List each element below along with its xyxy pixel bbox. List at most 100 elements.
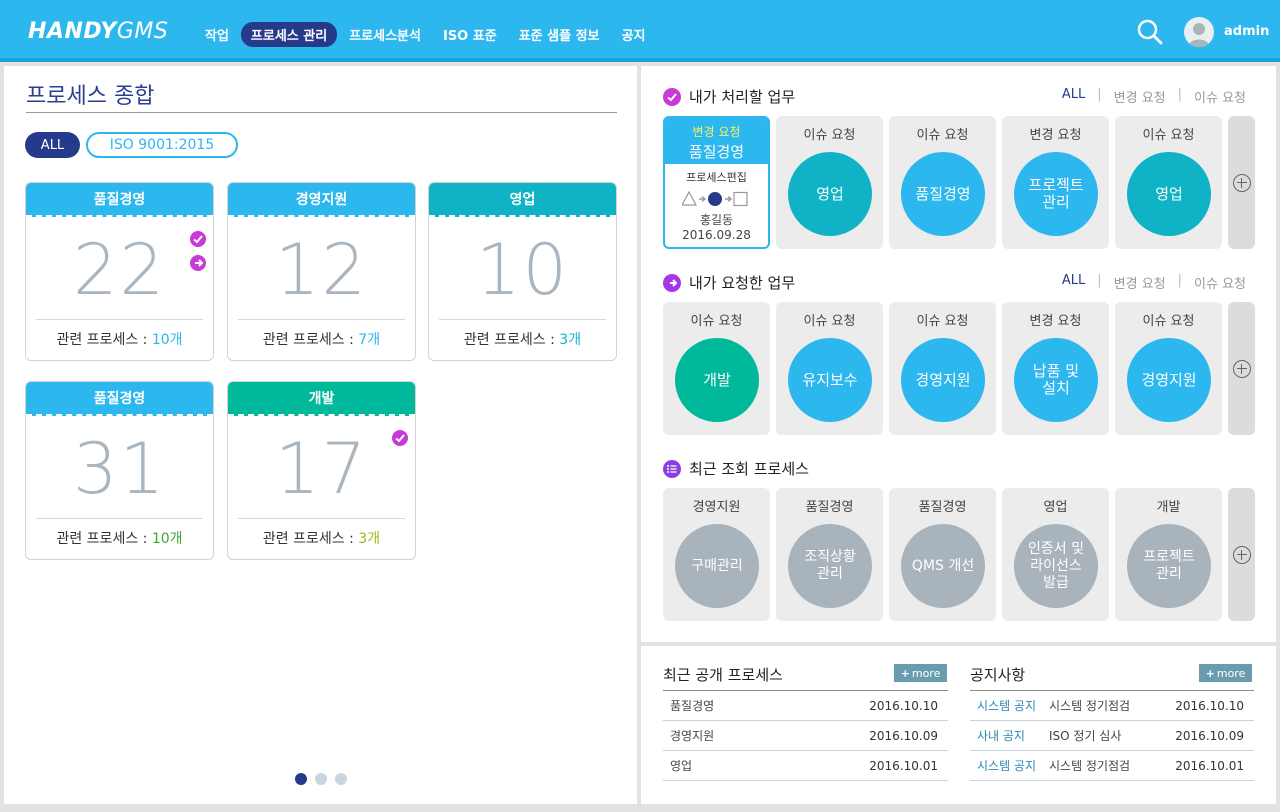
selected-task-header: 변경 요청 품질경영 xyxy=(665,118,768,164)
nav-item-2[interactable]: 프로세스분석 xyxy=(339,22,431,47)
process-count-number: 12 xyxy=(274,229,369,311)
nav-item-5[interactable]: 공지 xyxy=(612,22,656,47)
my-tasks-more-button[interactable] xyxy=(1228,116,1255,249)
tile-label: 이슈 요청 xyxy=(690,314,743,329)
task-tile[interactable]: 이슈 요청 영업 xyxy=(776,116,883,249)
row-date: 2016.10.10 xyxy=(1175,698,1244,713)
process-card[interactable]: 품질경영 22 관련 프로세스 : 10개 xyxy=(25,182,214,361)
recent-views-title-label: 최근 조회 프로세스 xyxy=(689,460,809,478)
related-process-count[interactable]: 10개 xyxy=(152,332,183,348)
card-header: 경영지원 xyxy=(228,183,415,217)
requested-tasks-filter-change[interactable]: 변경 요청 xyxy=(1114,273,1166,292)
tile-circle: 영업 xyxy=(1127,152,1211,236)
task-tile[interactable]: 이슈 요청 개발 xyxy=(663,302,770,435)
process-count-number: 22 xyxy=(72,229,167,311)
page-dot[interactable] xyxy=(335,773,347,785)
nav-item-0[interactable]: 작업 xyxy=(195,22,239,47)
process-name: 경영지원 xyxy=(670,729,715,743)
plus-icon xyxy=(1232,359,1251,378)
process-name: 품질경영 xyxy=(670,699,715,713)
card-header: 품질경영 xyxy=(26,183,213,217)
table-row[interactable]: 시스템 공지 시스템 정기점검 2016.10.10 xyxy=(970,691,1254,721)
page-dot[interactable] xyxy=(315,773,327,785)
task-tile[interactable]: 이슈 요청 영업 xyxy=(1115,116,1222,249)
avatar[interactable] xyxy=(1184,17,1214,47)
list-icon xyxy=(663,459,681,478)
table-row[interactable]: 품질경영 2016.10.10 xyxy=(663,691,948,721)
divider: | xyxy=(1097,87,1102,102)
my-tasks-filter-issue[interactable]: 이슈 요청 xyxy=(1194,87,1246,106)
page-indicator xyxy=(295,773,355,785)
task-tile[interactable]: 이슈 요청 경영지원 xyxy=(889,302,996,435)
requested-tasks-more-button[interactable] xyxy=(1228,302,1255,435)
tile-circle: 영업 xyxy=(788,152,872,236)
process-card[interactable]: 영업 10 관련 프로세스 : 3개 xyxy=(428,182,617,361)
task-panel: 내가 처리할 업무 ALL | 변경 요청 | 이슈 요청 변경 요청 품질경영… xyxy=(641,66,1276,642)
nav-item-1[interactable]: 프로세스 관리 xyxy=(240,22,338,47)
related-process-count[interactable]: 10개 xyxy=(152,531,183,547)
task-tile[interactable]: 이슈 요청 경영지원 xyxy=(1115,302,1222,435)
table-row[interactable]: 시스템 공지 시스템 정기점검 2016.10.01 xyxy=(970,751,1254,781)
recent-views-more-button[interactable] xyxy=(1228,488,1255,621)
divider xyxy=(36,319,203,320)
process-card[interactable]: 품질경영 31 관련 프로세스 : 10개 xyxy=(25,381,214,560)
task-tile[interactable]: 영업 인증서 및 라이선스 발급 xyxy=(1002,488,1109,621)
page-dot[interactable] xyxy=(295,773,307,785)
nav-item-4[interactable]: 표준 샘플 정보 xyxy=(509,22,610,47)
filter-all-button[interactable]: ALL xyxy=(25,132,80,158)
task-tile[interactable]: 이슈 요청 유지보수 xyxy=(776,302,883,435)
notice-subject: 시스템 정기점검 xyxy=(1049,699,1131,713)
tile-circle: 조직상황 관리 xyxy=(788,524,872,608)
recent-public-more-button[interactable]: + more xyxy=(894,664,947,682)
tile-label: 이슈 요청 xyxy=(803,314,856,329)
related-process-prefix: 관련 프로세스 : xyxy=(463,332,560,348)
task-tile[interactable]: 품질경영 QMS 개선 xyxy=(889,488,996,621)
my-tasks-filter: ALL | 변경 요청 | 이슈 요청 xyxy=(1050,87,1246,106)
related-process-label: 관련 프로세스 : 10개 xyxy=(26,329,213,349)
process-card[interactable]: 개발 17 관련 프로세스 : 3개 xyxy=(227,381,416,560)
related-process-count[interactable]: 3개 xyxy=(559,332,581,348)
task-tile[interactable]: 품질경영조직상황 관리 xyxy=(776,488,883,621)
nav-item-3[interactable]: ISO 표준 xyxy=(433,22,507,47)
app-logo[interactable]: HANDYGMS xyxy=(28,19,168,44)
related-process-prefix: 관련 프로세스 : xyxy=(56,332,152,348)
task-tile[interactable]: 변경 요청 납품 및 설치 xyxy=(1002,302,1109,435)
related-process-label: 관련 프로세스 : 10개 xyxy=(26,528,213,548)
tile-name: 영업 xyxy=(1155,184,1183,203)
task-tile[interactable]: 변경 요청 프로젝트 관리 xyxy=(1002,116,1109,249)
tile-label: 영업 xyxy=(1043,500,1068,515)
check-badge-icon xyxy=(392,430,408,446)
user-name[interactable]: admin xyxy=(1224,24,1269,39)
related-process-count[interactable]: 7개 xyxy=(358,332,380,348)
bottom-panel: 최근 공개 프로세스 + more 품질경영 2016.10.10 경영지원 2016.… xyxy=(641,646,1276,804)
selected-task-person: 홍길동 xyxy=(699,213,734,227)
recent-views-title: 최근 조회 프로세스 xyxy=(663,458,809,479)
requested-tasks-filter-all[interactable]: ALL xyxy=(1062,273,1085,292)
notice-subject: ISO 정기 심사 xyxy=(1049,729,1122,743)
my-tasks-filter-change[interactable]: 변경 요청 xyxy=(1114,87,1166,106)
related-process-prefix: 관련 프로세스 : xyxy=(262,531,359,547)
search-icon[interactable] xyxy=(1137,19,1163,45)
process-name: 영업 xyxy=(670,759,693,773)
selected-task-tile[interactable]: 변경 요청 품질경영 프로세스편집 홍길동 2016.09.28 xyxy=(663,116,770,249)
divider: | xyxy=(1177,273,1183,288)
tile-label: 품질경영 xyxy=(805,500,854,515)
my-tasks-filter-all[interactable]: ALL xyxy=(1062,87,1085,106)
table-row[interactable]: 사내 공지 ISO 정기 심사 2016.10.09 xyxy=(970,721,1254,751)
arrow-badge-icon xyxy=(190,255,206,271)
related-process-count[interactable]: 3개 xyxy=(358,531,380,547)
tile-label: 이슈 요청 xyxy=(916,314,969,329)
task-tile[interactable]: 이슈 요청 품질경영 xyxy=(889,116,996,249)
task-tile[interactable]: 개발 프로젝트 관리 xyxy=(1115,488,1222,621)
table-row[interactable]: 경영지원 2016.10.09 xyxy=(663,721,948,751)
tile-label: 개발 xyxy=(1156,500,1181,515)
task-tile[interactable]: 경영지원 구매관리 xyxy=(663,488,770,621)
filter-iso-button[interactable]: ISO 9001:2015 xyxy=(86,132,238,158)
tile-circle: 경영지원 xyxy=(1127,338,1211,422)
notices-more-button[interactable]: + more xyxy=(1199,664,1252,682)
table-row[interactable]: 영업 2016.10.01 xyxy=(663,751,948,781)
process-card[interactable]: 경영지원 12 관련 프로세스 : 7개 xyxy=(227,182,416,361)
requested-tasks-filter-issue[interactable]: 이슈 요청 xyxy=(1194,273,1246,292)
tile-name: 경영지원 xyxy=(1141,370,1197,389)
related-process-label: 관련 프로세스 : 3개 xyxy=(228,528,415,548)
